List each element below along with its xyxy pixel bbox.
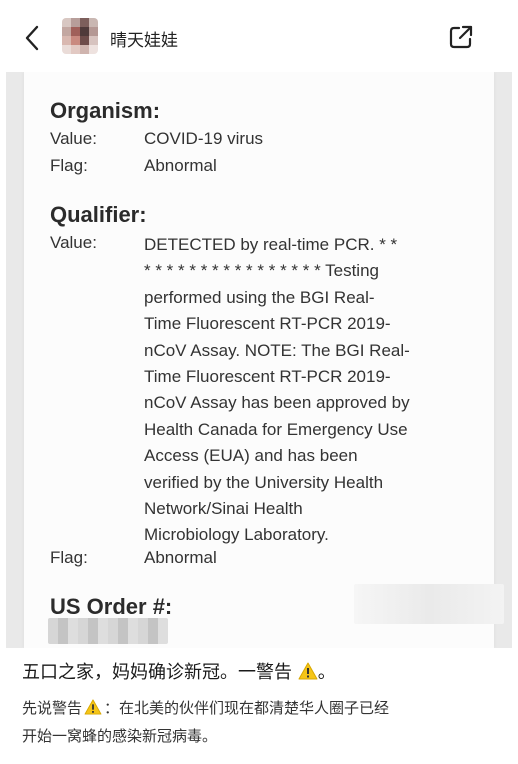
order-heading: US Order #: bbox=[50, 594, 173, 619]
qualifier-value-line: Time Fluorescent RT-PCR 2019- bbox=[144, 314, 391, 334]
qualifier-value-line: nCoV Assay. NOTE: The BGI Real- bbox=[144, 340, 410, 360]
qualifier-value-line: Access (EUA) and has been bbox=[144, 446, 358, 466]
qualifier-value-line: verified by the University Health bbox=[144, 472, 384, 492]
avatar[interactable] bbox=[62, 18, 98, 54]
organism-flag-label: Flag: bbox=[50, 156, 88, 175]
qualifier-value-line: Microbiology Laboratory. bbox=[144, 525, 329, 545]
qualifier-heading: Qualifier: bbox=[50, 202, 147, 227]
post-title-end: 。 bbox=[317, 662, 336, 683]
post-body-line: 先说警告 ：在北美的伙伴们现在都清楚华人圈子已经 bbox=[22, 694, 502, 722]
chevron-left-icon bbox=[25, 25, 39, 51]
post-body-text: 先说警告 bbox=[22, 699, 83, 717]
qualifier-value-line: nCoV Assay has been approved by bbox=[144, 393, 410, 413]
top-navigation-bar: 晴天娃娃 bbox=[0, 0, 518, 72]
post-title: 五口之家，妈妈确诊新冠。一警告 。 bbox=[22, 658, 336, 684]
post-body: 先说警告 ：在北美的伙伴们现在都清楚华人圈子已经 开始一窝蜂的感染新冠病毒。 bbox=[22, 694, 502, 750]
qualifier-value-label: Value: bbox=[50, 233, 97, 252]
qualifier-value-line: performed using the BGI Real- bbox=[144, 287, 375, 307]
warning-icon bbox=[84, 699, 102, 715]
organism-flag: Abnormal bbox=[144, 156, 217, 175]
username[interactable]: 晴天娃娃 bbox=[110, 26, 178, 51]
qualifier-value: DETECTED by real-time PCR. * * * * * * *… bbox=[144, 232, 434, 549]
qualifier-flag-label: Flag: bbox=[50, 548, 88, 567]
organism-value: COVID-19 virus bbox=[144, 129, 264, 148]
qualifier-value-line: Time Fluorescent RT-PCR 2019- bbox=[144, 367, 391, 387]
share-external-icon bbox=[449, 25, 473, 49]
qualifier-value-line: DETECTED by real-time PCR. * * bbox=[144, 235, 398, 254]
redacted-order-number bbox=[48, 618, 168, 644]
post-body-line: 开始一窝蜂的感染新冠病毒。 bbox=[22, 727, 218, 745]
organism-heading: Organism: bbox=[50, 98, 161, 123]
post-title-text: 五口之家，妈妈确诊新冠。一警告 bbox=[22, 662, 292, 683]
qualifier-value-line: Health Canada for Emergency Use bbox=[144, 419, 408, 439]
organism-value-label: Value: bbox=[50, 129, 97, 148]
qualifier-flag: Abnormal bbox=[144, 548, 217, 567]
warning-icon bbox=[298, 662, 318, 680]
qualifier-value-line: Network/Sinai Health bbox=[144, 499, 303, 519]
back-button[interactable] bbox=[18, 20, 46, 56]
lab-report-page: Organism: Value: COVID-19 virus Flag: Ab… bbox=[24, 72, 504, 648]
post-body-text: ：在北美的伙伴们现在都清楚华人圈子已经 bbox=[104, 699, 390, 717]
shared-document-image[interactable]: Organism: Value: COVID-19 virus Flag: Ab… bbox=[6, 72, 512, 648]
qualifier-value-line: * * * * * * * * * * * * * * * * Testing bbox=[144, 261, 379, 281]
redacted-area bbox=[354, 584, 504, 624]
share-button[interactable] bbox=[446, 22, 476, 52]
